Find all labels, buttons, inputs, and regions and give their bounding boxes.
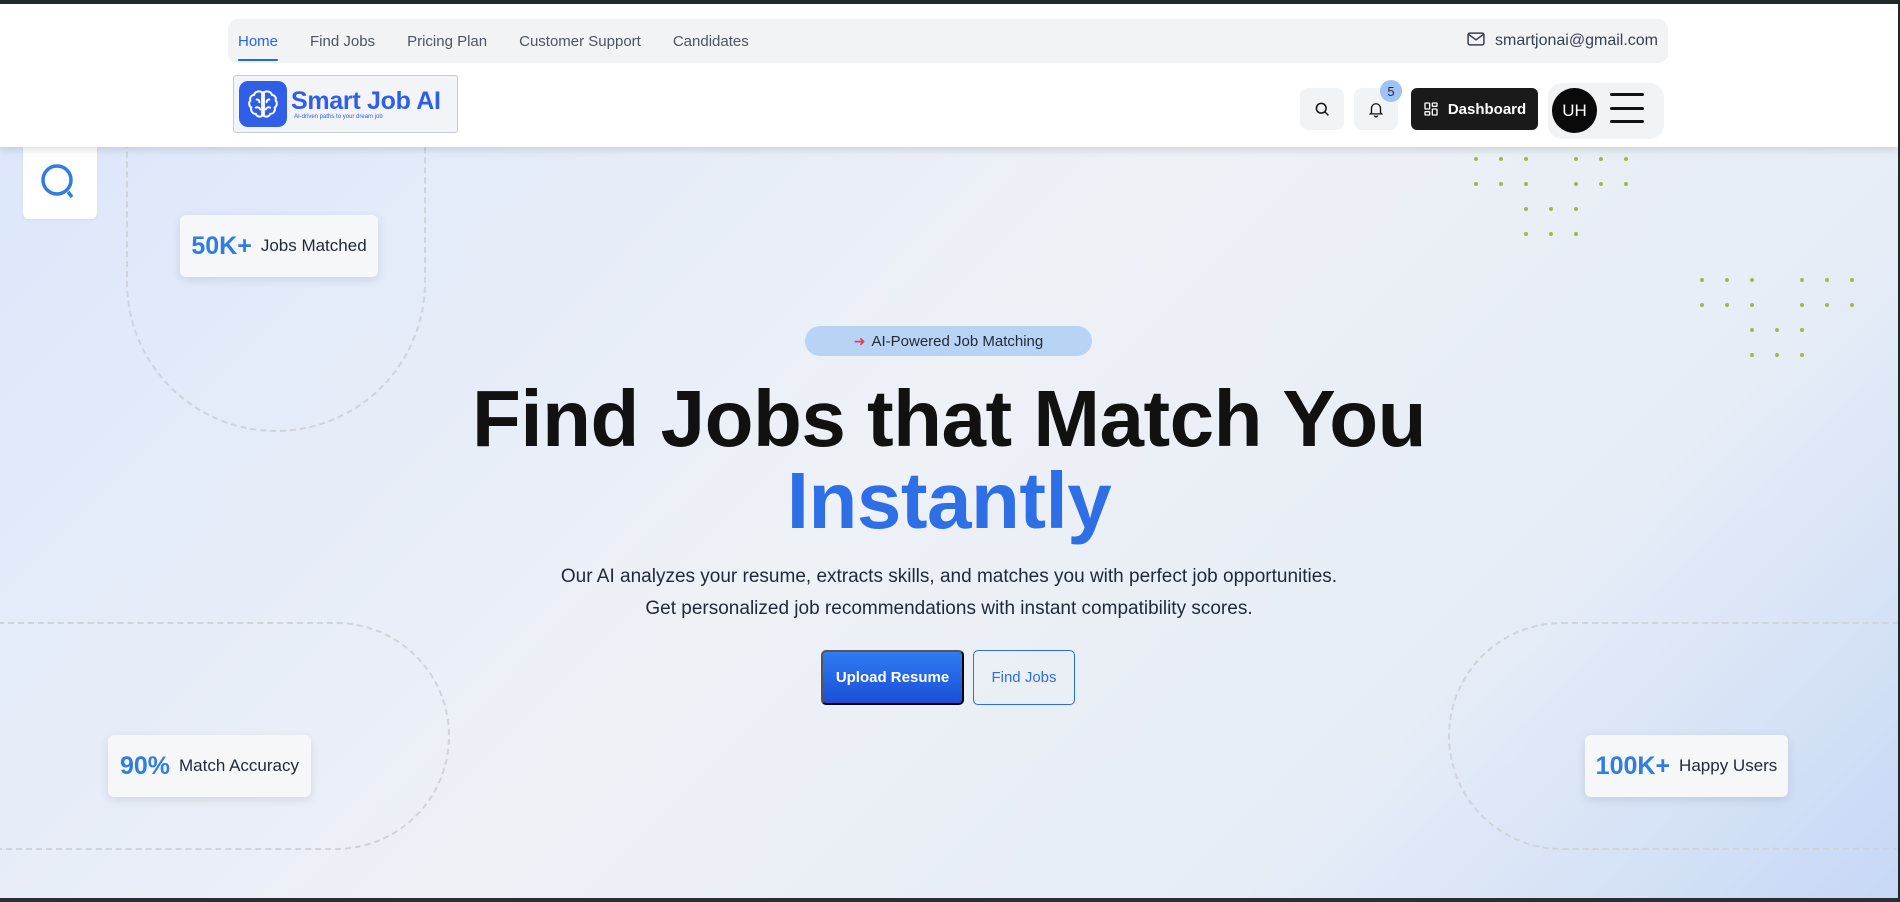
primary-nav: Home Find Jobs Pricing Plan Customer Sup…: [238, 19, 749, 63]
brand-tagline: AI-driven paths to your dream job: [294, 113, 383, 120]
brand-logo[interactable]: Smart Job AI AI-driven paths to your dre…: [233, 75, 458, 133]
top-nav-bar: Home Find Jobs Pricing Plan Customer Sup…: [228, 19, 1668, 63]
nav-link-home[interactable]: Home: [238, 19, 279, 63]
mail-icon: [1466, 29, 1486, 54]
brand-name: Smart Job AI: [291, 86, 441, 115]
ai-badge-text: AI-Powered Job Matching: [871, 332, 1044, 350]
stat-label: Match Accuracy: [179, 756, 300, 775]
hamburger-menu-icon[interactable]: [1610, 93, 1644, 123]
contact-email-text: smartjonai@gmail.com: [1495, 32, 1658, 49]
nav-link-candidates[interactable]: Candidates: [673, 19, 749, 63]
hero-headline-accent: Instantly: [786, 456, 1112, 545]
hero-headline: Find Jobs that Match You: [472, 374, 1426, 463]
stat-card-happy-users: 100K+ Happy Users: [1585, 735, 1788, 797]
rocket-icon: ➜: [853, 332, 866, 349]
header-actions: Dashboard UH: [1300, 83, 1664, 139]
floating-search-button[interactable]: [23, 147, 97, 219]
stat-card-jobs-matched: 50K+ Jobs Matched: [180, 215, 378, 277]
stat-card-match-accuracy: 90% Match Accuracy: [108, 735, 311, 797]
brain-icon: [239, 81, 287, 127]
bell-icon: [1368, 103, 1384, 118]
search-button[interactable]: [1300, 88, 1344, 130]
nav-link-customer-support[interactable]: Customer Support: [519, 19, 641, 63]
search-icon: [1315, 102, 1329, 116]
nav-link-pricing-plan[interactable]: Pricing Plan: [407, 19, 487, 63]
hero-description: Our AI analyzes your resume, extracts sk…: [560, 566, 1338, 619]
dashboard-button[interactable]: Dashboard: [1411, 88, 1538, 130]
stat-value: 90%: [119, 751, 171, 780]
stat-value: 100K+: [1595, 751, 1671, 780]
stat-value: 50K+: [191, 231, 252, 260]
stat-label: Happy Users: [1679, 756, 1778, 775]
brand-text: Smart Job AI AI-driven paths to your dre…: [291, 88, 441, 121]
ai-badge: ➜ AI-Powered Job Matching: [805, 326, 1092, 356]
search-icon: [41, 164, 74, 199]
stat-label: Jobs Matched: [260, 236, 367, 255]
site-header: Home Find Jobs Pricing Plan Customer Sup…: [0, 4, 1898, 147]
find-jobs-button[interactable]: Find Jobs: [973, 650, 1075, 705]
user-avatar[interactable]: UH: [1552, 88, 1597, 133]
hero-section: 50K+ Jobs Matched 90% Match Accuracy 100…: [0, 147, 1898, 898]
dashboard-label: Dashboard: [1447, 100, 1527, 118]
dashboard-grid-icon: [1424, 102, 1438, 116]
nav-link-find-jobs[interactable]: Find Jobs: [310, 19, 375, 63]
window-bottom-border: [0, 898, 1900, 902]
notification-count-badge: 5: [1380, 80, 1402, 102]
upload-resume-button[interactable]: Upload Resume: [821, 650, 964, 705]
contact-email[interactable]: smartjonai@gmail.com: [1466, 19, 1658, 63]
